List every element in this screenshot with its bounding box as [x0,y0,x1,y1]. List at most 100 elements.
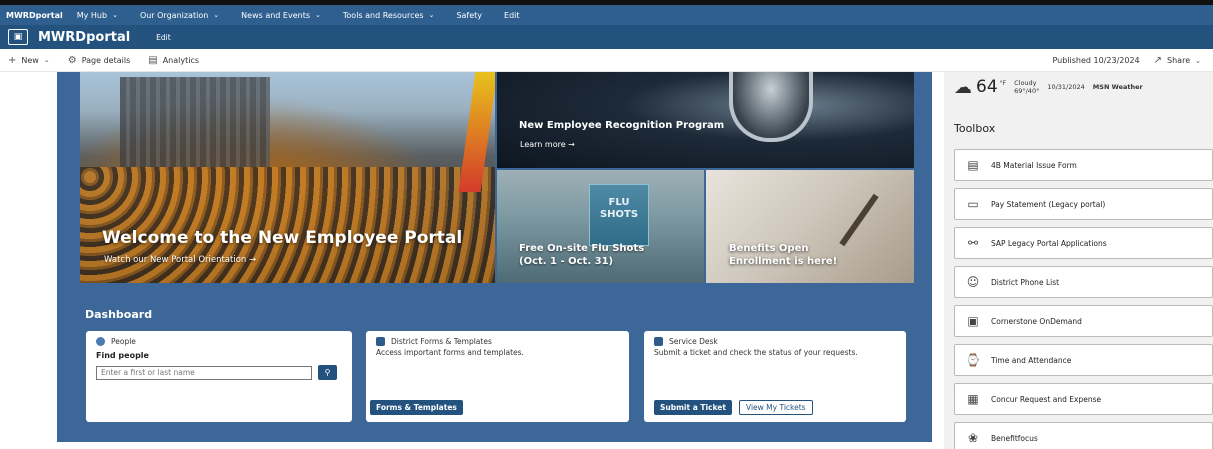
forms-card-title: District Forms & Templates [391,337,492,346]
flu-title-line: Free On-site Flu Shots [519,243,645,254]
site-edit-link[interactable]: Edit [156,33,171,42]
weather-date: 10/31/2024 [1047,83,1085,91]
flu-sign-shape: FLU SHOTS [589,184,649,246]
hub-nav-safety[interactable]: Safety [456,11,482,20]
share-label: Share [1167,56,1191,65]
toolbox-item-benefitfocus[interactable]: ❀ Benefitfocus [954,422,1213,449]
people-icon: ☺ [966,275,980,289]
weather-condition: Cloudy 69°/40° [1014,79,1039,95]
share-icon: ↗ [1153,55,1163,66]
weather-condition-text: Cloudy [1014,79,1037,87]
people-card-title: People [111,337,136,346]
main-canvas: Welcome to the New Employee Portal Watch… [57,72,932,442]
chevron-down-icon: ⌄ [43,56,50,64]
analytics-button[interactable]: ▤ Analytics [148,55,199,66]
hero-building-shape [120,77,270,167]
hub-nav-my-hub[interactable]: My Hub ⌄ [77,11,118,20]
hub-nav-label: Safety [456,10,483,20]
chevron-down-icon: ⌄ [315,11,321,19]
hub-brand-link[interactable]: MWRDportal [6,11,63,20]
toolbox-item-label: Benefitfocus [991,433,1038,443]
right-pane: ☁ 64 °F Cloudy 69°/40° 10/31/2024 MSN We… [944,72,1213,449]
hero-link[interactable]: Watch our New Portal Orientation → [104,255,256,265]
toolbox-item-label: Concur Request and Expense [991,394,1102,404]
handshake-icon: ❀ [967,431,979,445]
analytics-icon: ▤ [148,54,158,66]
benefits-title-line: Benefits Open [729,243,809,254]
find-people-label: Find people [96,351,149,360]
people-search-row: ⚲ [96,365,342,380]
command-bar-right: Published 10/23/2024 ↗ Share ⌄ [1052,49,1201,72]
hero-tile-flu-shots[interactable]: FLU SHOTS Free On-site Flu Shots (Oct. 1… [497,170,704,283]
weather-source: MSN Weather [1092,83,1143,91]
flu-sign-text: SHOTS [599,209,639,220]
hub-nav-label: My Hub [76,10,108,20]
hub-nav-our-organization[interactable]: Our Organization ⌄ [140,11,219,20]
flu-sign-text: FLU [608,197,630,208]
monitor-icon [654,337,663,346]
site-title[interactable]: MWRDportal [38,30,130,45]
site-logo-icon[interactable]: ▣ [8,29,28,45]
new-button[interactable]: + New ⌄ [8,55,50,66]
people-search-input[interactable] [96,365,312,380]
clock-icon: ⌚ [965,353,981,367]
hub-nav-news-and-events[interactable]: News and Events ⌄ [241,11,321,20]
toolbox-item-cornerstone[interactable]: ▣ Cornerstone OnDemand [954,305,1213,337]
toolbox-item-label: Cornerstone OnDemand [991,316,1082,326]
toolbox-title: Toolbox [954,122,996,135]
receipt-icon: ▦ [967,392,979,406]
recognition-link[interactable]: Learn more → [520,140,575,149]
service-desk-description: Submit a ticket and check the status of … [654,348,858,357]
forms-templates-button[interactable]: Forms & Templates [370,400,463,415]
chevron-down-icon: ⌄ [428,11,435,19]
toolbox-item-label: District Phone List [991,277,1060,287]
hero-tile-benefits[interactable]: Benefits Open Enrollment is here! [706,170,914,283]
submit-ticket-button[interactable]: Submit a Ticket [654,400,732,415]
toolbox-item-sap-legacy[interactable]: ⚯ SAP Legacy Portal Applications [954,227,1213,259]
chevron-down-icon: ⌄ [1195,56,1201,65]
toolbox-item-district-phone-list[interactable]: ☺ District Phone List [954,266,1213,298]
recognition-title: New Employee Recognition Program [519,120,725,131]
weather-widget[interactable]: ☁ 64 °F Cloudy 69°/40° 10/31/2024 MSN We… [954,72,1213,102]
training-icon: ▣ [967,314,979,328]
chevron-down-icon: ⌄ [112,11,118,19]
service-desk-card-title: Service Desk [669,337,718,346]
flu-title: Free On-site Flu Shots (Oct. 1 - Oct. 31… [519,242,644,268]
hub-nav-edit[interactable]: Edit [504,11,520,20]
hub-nav-label: Tools and Resources [342,10,424,20]
people-icon [96,337,105,346]
hub-nav-label: Edit [504,10,520,20]
page-details-label: Page details [81,55,131,65]
forms-card: District Forms & Templates Access import… [366,331,629,422]
hero-tile-welcome[interactable]: Welcome to the New Employee Portal Watch… [80,72,495,283]
weather-unit: °F [999,79,1007,87]
hub-nav-tools-and-resources[interactable]: Tools and Resources ⌄ [343,11,435,20]
page-details-button[interactable]: ⚙ Page details [68,55,131,66]
forms-card-header: District Forms & Templates [376,337,619,346]
document-icon [376,337,385,346]
toolbox-item-time-and-attendance[interactable]: ⌚ Time and Attendance [954,344,1213,376]
sharepoint-page: MWRDportal My Hub ⌄ Our Organization ⌄ New… [0,0,1213,449]
service-desk-card: Service Desk Submit a ticket and check t… [644,331,906,422]
toolbox-item-label: SAP Legacy Portal Applications [991,238,1107,248]
chevron-down-icon: ⌄ [213,11,220,19]
link-icon: ⚯ [967,236,979,250]
analytics-label: Analytics [162,55,200,65]
people-card: People Find people ⚲ [86,331,352,422]
toolbox-item-4b-material-issue-form[interactable]: ▤ 4B Material Issue Form [954,149,1213,181]
hero-crowd-shape [80,167,495,283]
form-icon: ▤ [967,158,979,172]
hero-tile-recognition[interactable]: New Employee Recognition Program Learn m… [497,72,914,168]
plus-icon: + [8,54,17,66]
view-tickets-button[interactable]: View My Tickets [739,400,813,415]
new-label: New [21,55,39,65]
forms-card-description: Access important forms and templates. [376,348,524,357]
toolbox-item-concur[interactable]: ▦ Concur Request and Expense [954,383,1213,415]
share-button[interactable]: ↗ Share ⌄ [1154,55,1201,66]
benefits-title: Benefits Open Enrollment is here! [729,242,837,268]
site-header: ▣ MWRDportal Edit [0,25,1213,49]
search-button[interactable]: ⚲ [318,365,337,380]
toolbox-item-pay-statement[interactable]: ▭ Pay Statement (Legacy portal) [954,188,1213,220]
service-desk-card-header: Service Desk [654,337,896,346]
cloud-icon: ☁ [954,76,972,98]
